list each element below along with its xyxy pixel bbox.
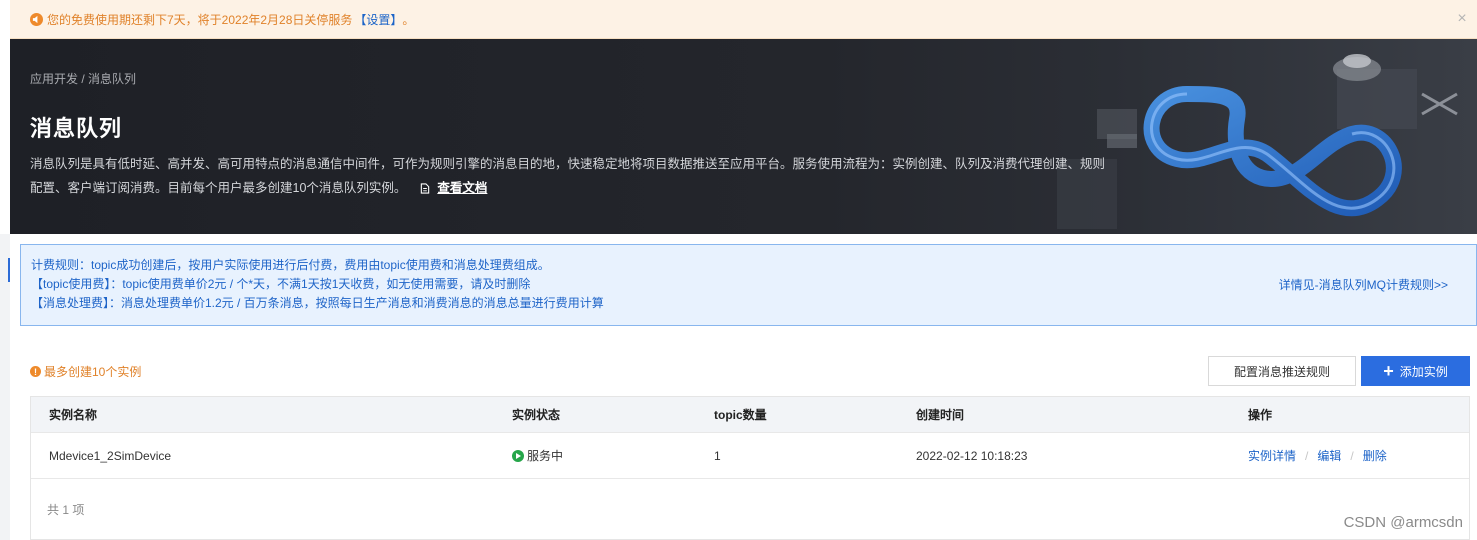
billing-details-link[interactable]: 详情见-消息队列MQ计费规则>> [1279, 276, 1448, 295]
document-icon [420, 178, 430, 202]
billing-topic-fee-line: 【topic使用费】：topic使用费单价2元 / 个*天，不满1天按1天收费，… [31, 277, 531, 291]
column-header-actions: 操作 [1248, 408, 1273, 422]
table-header: 实例名称 实例状态 topic数量 创建时间 操作 [31, 397, 1469, 433]
delete-link[interactable]: 删除 [1363, 449, 1387, 463]
column-header-topic-count: topic数量 [714, 408, 767, 422]
billing-rule-line: 计费规则：topic成功创建后，按用户实际使用进行后付费，费用由topic使用费… [31, 258, 550, 272]
row-actions: 实例详情 / 编辑 / 删除 [1248, 447, 1387, 464]
close-icon[interactable]: × [1455, 11, 1469, 27]
action-separator: / [1305, 449, 1309, 463]
created-time: 2022-02-12 10:18:23 [916, 448, 1028, 463]
infinity-illustration-icon [1057, 54, 1458, 229]
instance-status: 服务中 [512, 447, 563, 464]
page: 您的免费使用期还剩下7天，将于2022年2月28日关停服务 【设置】 。 × 应… [0, 0, 1477, 540]
instance-status-text: 服务中 [527, 449, 564, 463]
notice-suffix: 。 [402, 12, 415, 27]
column-header-status: 实例状态 [512, 408, 561, 422]
page-description: 消息队列是具有低时延、高并发、高可用特点的消息通信中间件，可作为规则引擎的消息目… [30, 152, 1110, 202]
billing-message-fee-line: 【消息处理费】：消息处理费单价1.2元 / 百万条消息，按照每日生产消息和消费消… [31, 296, 604, 310]
notice-settings-link[interactable]: 【设置】 [354, 11, 402, 28]
left-edge-marker [8, 258, 10, 282]
edit-link[interactable]: 编辑 [1317, 449, 1341, 463]
column-header-name: 实例名称 [49, 408, 98, 422]
plus-icon: + [1383, 361, 1394, 381]
notice-text: 您的免费使用期还剩下7天，将于2022年2月28日关停服务 [47, 12, 353, 27]
table-row: Mdevice1_2SimDevice 服务中 1 2022-02-12 10:… [31, 433, 1469, 479]
info-icon: ! [30, 366, 41, 377]
description-text: 消息队列是具有低时延、高并发、高可用特点的消息通信中间件，可作为规则引擎的消息目… [30, 157, 1106, 195]
config-push-rule-button[interactable]: 配置消息推送规则 [1208, 356, 1356, 386]
action-separator: / [1350, 449, 1354, 463]
column-header-created: 创建时间 [916, 408, 965, 422]
total-count: 共 1 项 [47, 502, 85, 517]
trial-notice-bar: 您的免费使用期还剩下7天，将于2022年2月28日关停服务 【设置】 。 × [10, 0, 1477, 39]
left-edge-stripe [0, 234, 10, 540]
instance-table: 实例名称 实例状态 topic数量 创建时间 操作 Mdevice1_2SimD… [30, 396, 1470, 540]
instance-details-link[interactable]: 实例详情 [1248, 449, 1296, 463]
breadcrumb: 应用开发 / 消息队列 [30, 72, 137, 86]
running-status-icon [512, 450, 524, 462]
add-instance-button[interactable]: + 添加实例 [1361, 356, 1470, 386]
billing-info-box: 计费规则：topic成功创建后，按用户实际使用进行后付费，费用由topic使用费… [20, 244, 1477, 326]
watermark: CSDN @armcsdn [1343, 514, 1463, 531]
add-instance-label: 添加实例 [1399, 364, 1448, 379]
instance-name: Mdevice1_2SimDevice [49, 448, 172, 463]
topic-count: 1 [714, 448, 721, 463]
speaker-icon [30, 12, 43, 26]
instance-limit-hint: ! 最多创建10个实例 [30, 363, 141, 380]
page-title: 消息队列 [30, 116, 123, 141]
instance-limit-text: 最多创建10个实例 [44, 365, 142, 379]
view-docs-link[interactable]: 查看文档 [437, 181, 487, 195]
page-banner: 应用开发 / 消息队列 消息队列 消息队列是具有低时延、高并发、高可用特点的消息… [10, 39, 1477, 234]
table-footer: 共 1 项 [31, 479, 1469, 539]
